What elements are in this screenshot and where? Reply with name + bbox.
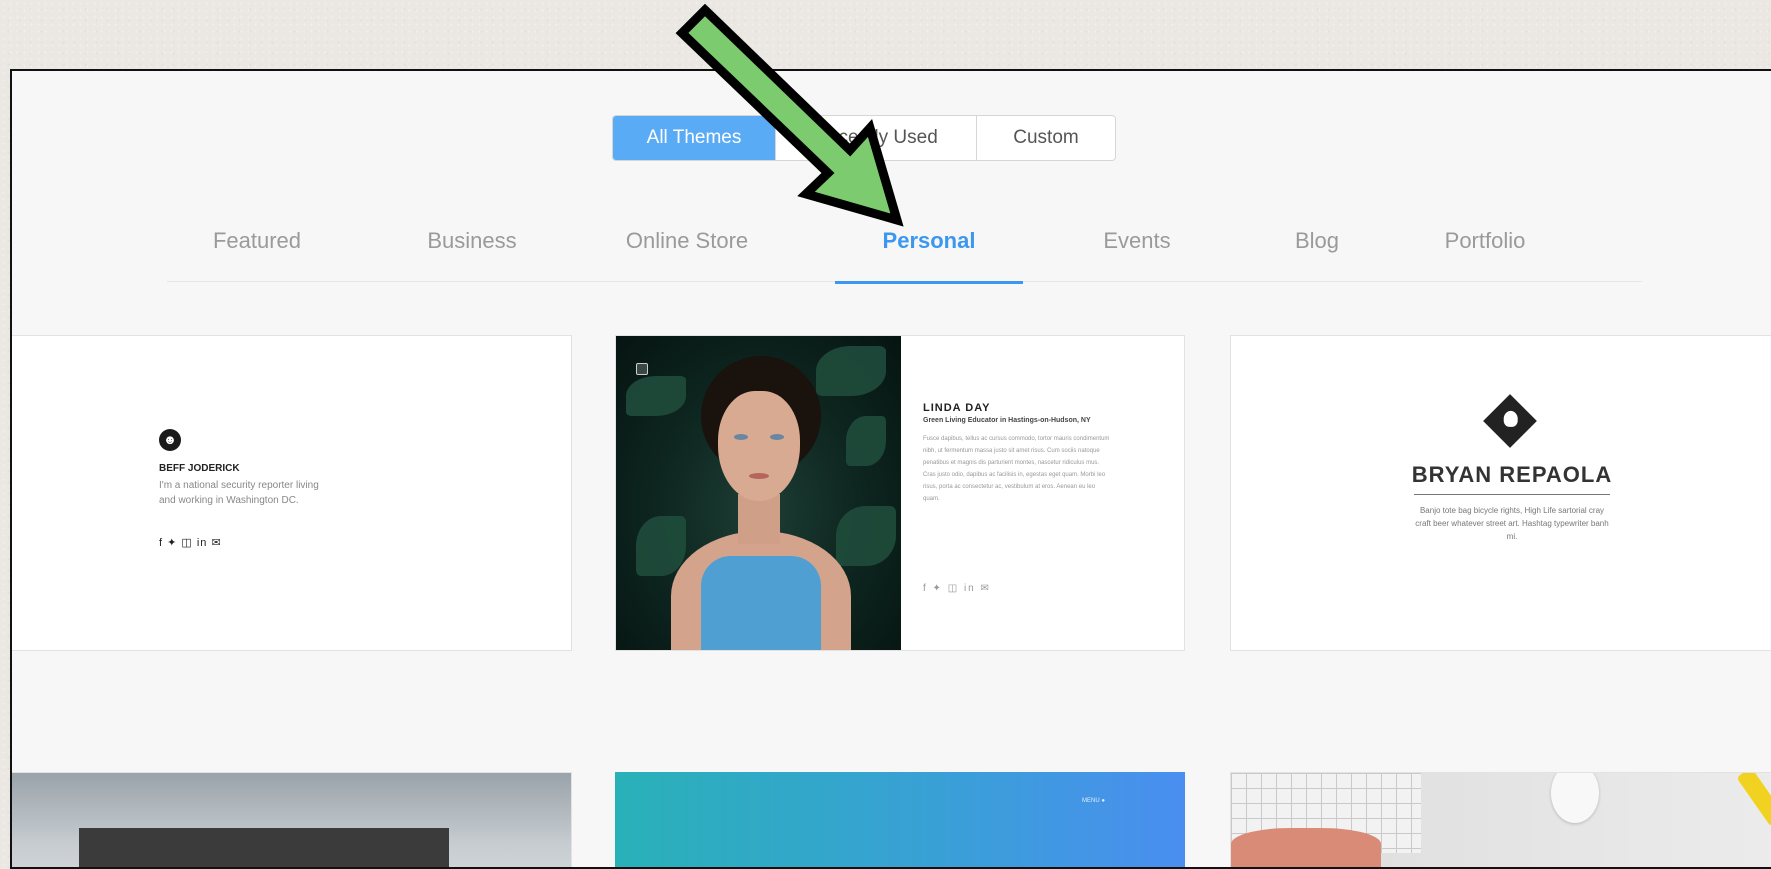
social-icons: f ✦ ◫ in ✉ (159, 537, 222, 549)
theme-card-desk[interactable] (1230, 772, 1771, 867)
tab-blog[interactable]: Blog (1227, 211, 1407, 281)
theme-source-segmented-control: All Themes Recently Used Custom (612, 115, 1116, 161)
laptop-image (79, 828, 449, 867)
theme-card-subtitle: Green Living Educator in Hastings-on-Hud… (923, 417, 1091, 424)
tab-portfolio[interactable]: Portfolio (1395, 211, 1575, 281)
theme-card-laptop[interactable] (12, 772, 572, 867)
theme-card-linda[interactable]: LINDA DAY Green Living Educator in Hasti… (615, 335, 1185, 651)
theme-card-name: LINDA DAY (923, 402, 991, 414)
mouse-image (1551, 773, 1599, 823)
hands-image (1231, 828, 1381, 867)
social-icons: f ✦ ◫ in ✉ (923, 583, 991, 594)
pen-image (1736, 773, 1771, 827)
theme-card-body: Fusce dapibus, tellus ac cursus commodo,… (923, 436, 1110, 502)
segment-recently-used[interactable]: Recently Used (776, 116, 977, 160)
divider (1414, 494, 1610, 495)
theme-picker-window: All Themes Recently Used Custom Featured… (10, 69, 1771, 869)
tab-online-store[interactable]: Online Store (582, 211, 792, 281)
avatar-icon: ☻ (159, 429, 181, 451)
theme-card-jeff[interactable]: ☻ BEFF JODERICK I'm a national security … (12, 335, 572, 651)
menu-label: MENU ● (1082, 798, 1105, 804)
bearded-face-logo-icon (1483, 394, 1537, 448)
tab-business[interactable]: Business (382, 211, 562, 281)
theme-card-gradient[interactable]: MENU ● (615, 772, 1185, 867)
theme-card-name: BRYAN REPAOLA (1411, 462, 1613, 487)
portrait-photo (616, 336, 901, 650)
segment-all-themes[interactable]: All Themes (613, 116, 776, 160)
category-tabs: Featured Business Online Store Personal … (167, 211, 1642, 284)
segment-custom[interactable]: Custom (977, 116, 1115, 160)
background-texture (0, 0, 1771, 30)
tab-featured[interactable]: Featured (167, 211, 347, 281)
instagram-icon (636, 363, 648, 375)
theme-card-body: Banjo tote bag bicycle rights, High Life… (1415, 506, 1609, 541)
theme-card-name: BEFF JODERICK (159, 463, 240, 474)
tab-events[interactable]: Events (1047, 211, 1227, 281)
theme-card-bryan[interactable]: BRYAN REPAOLA Banjo tote bag bicycle rig… (1230, 335, 1771, 651)
theme-card-bio: I'm a national security reporter living … (159, 480, 319, 506)
tab-personal[interactable]: Personal (835, 211, 1023, 284)
